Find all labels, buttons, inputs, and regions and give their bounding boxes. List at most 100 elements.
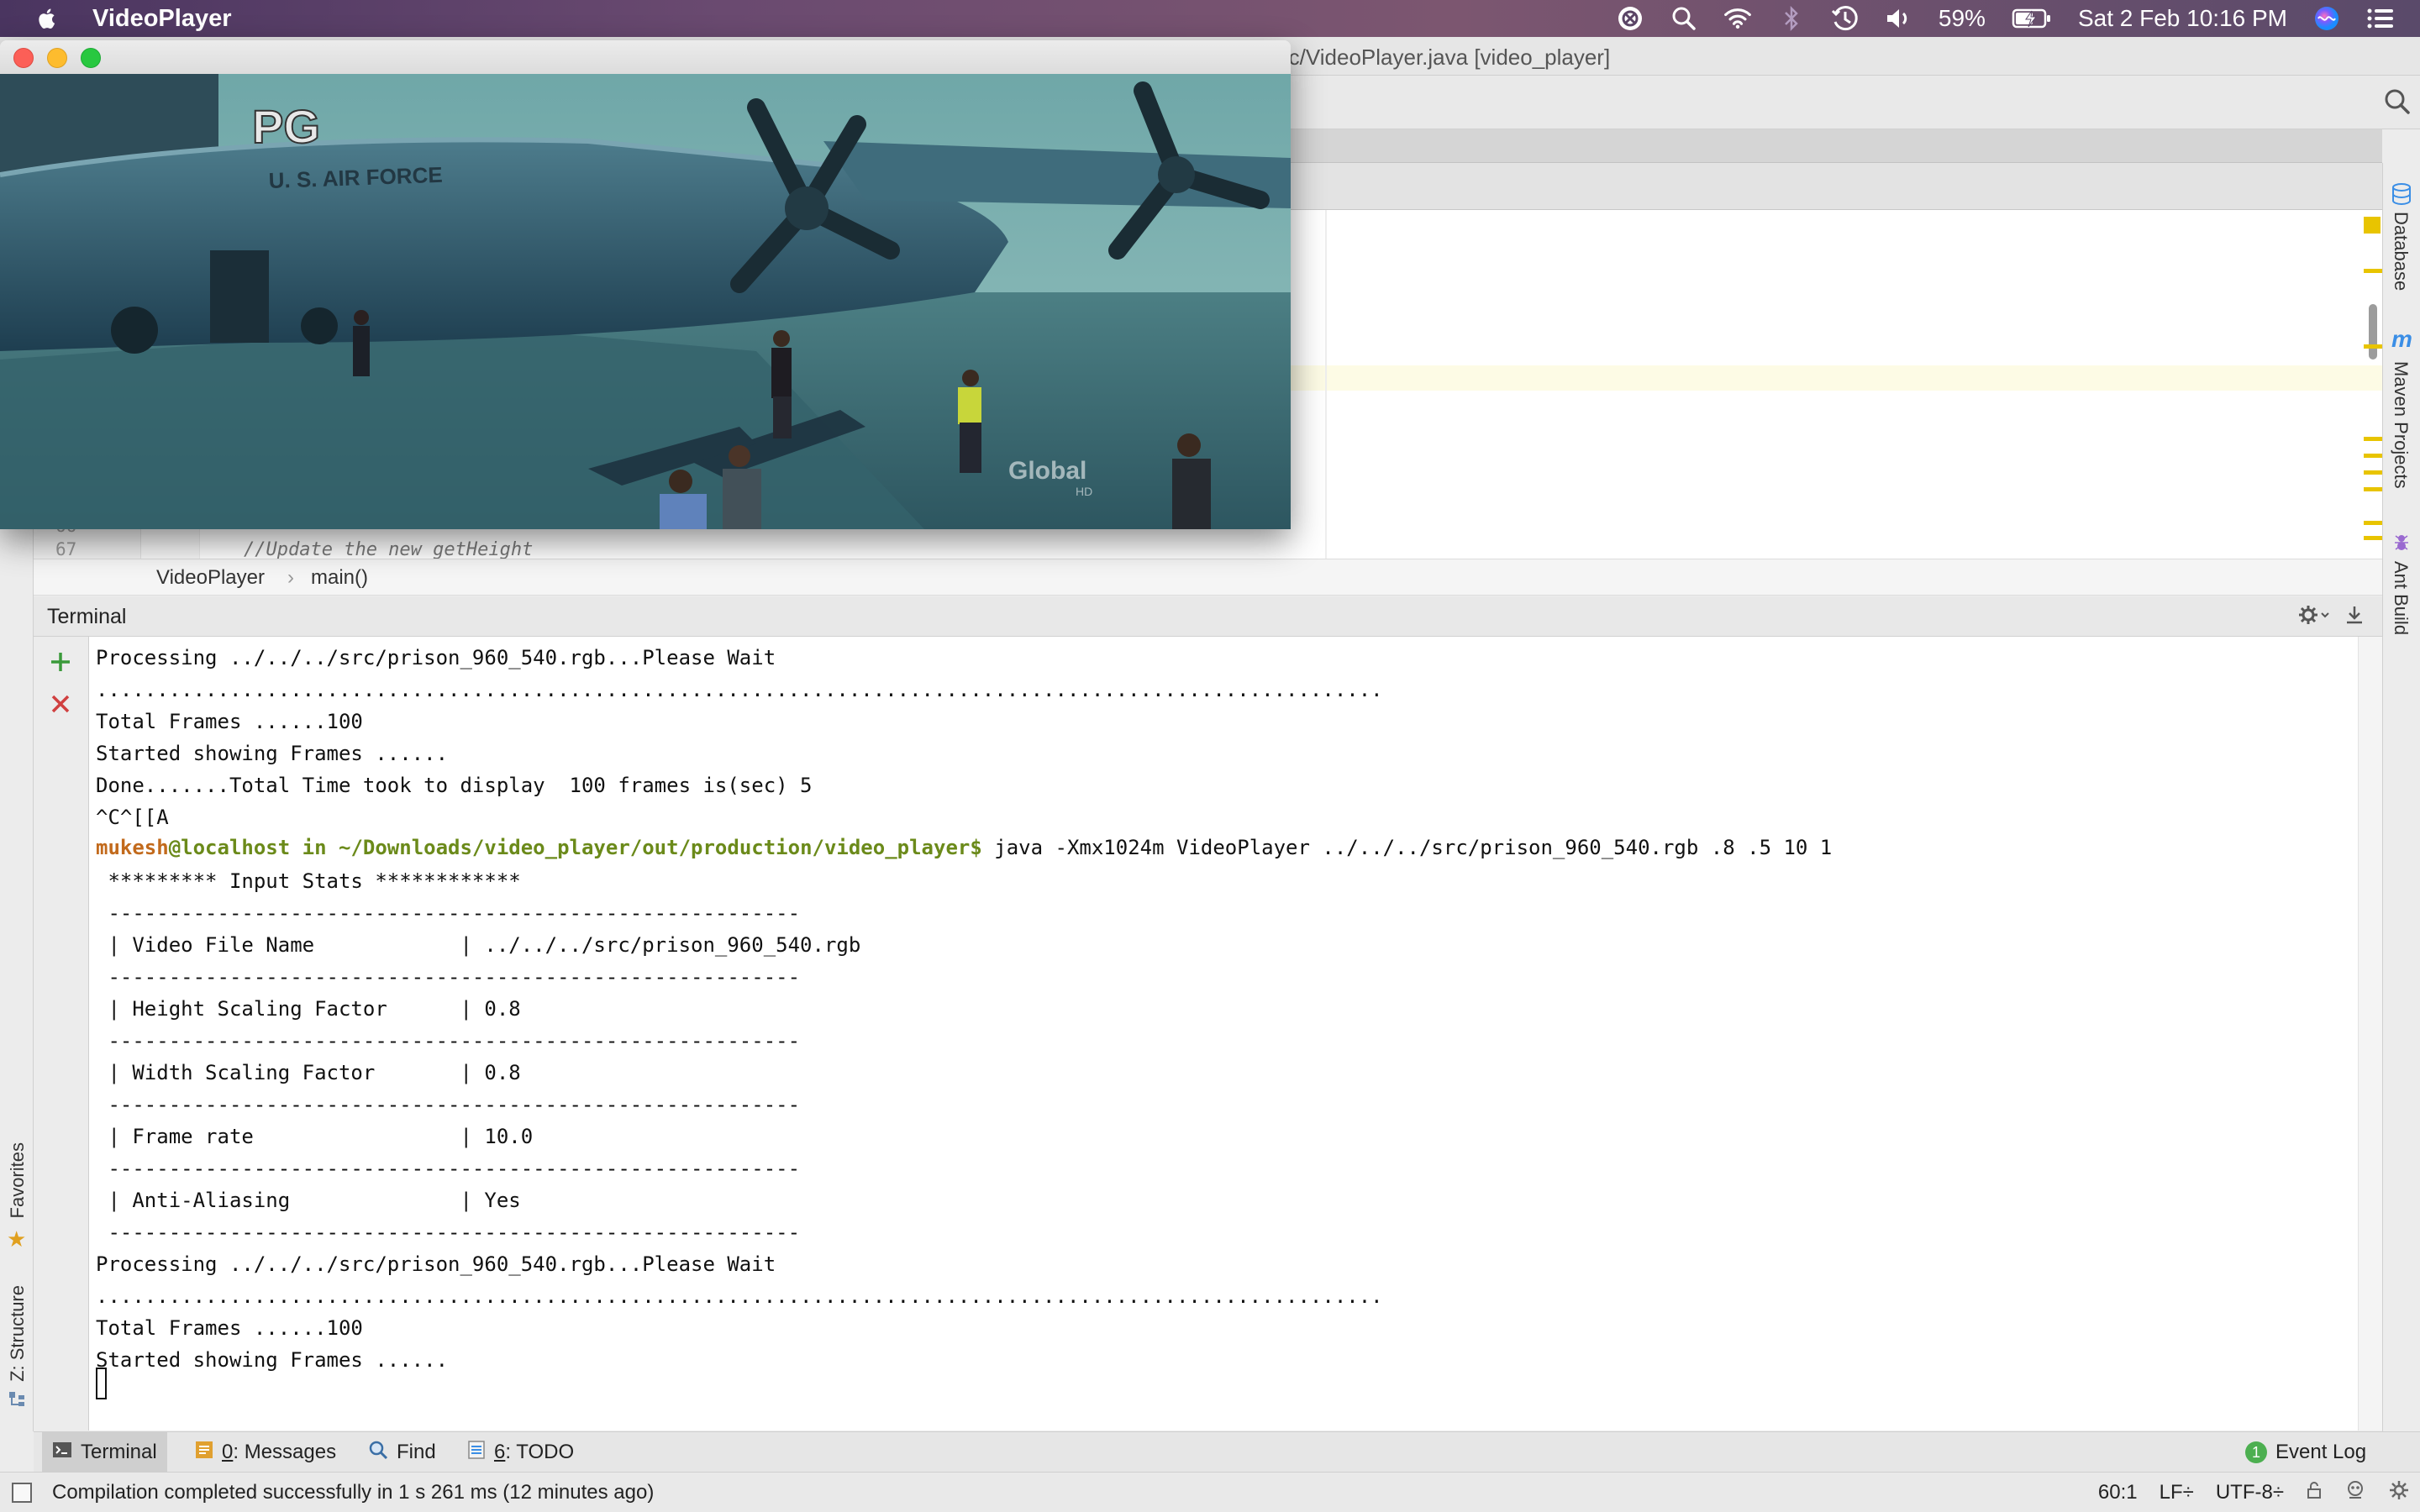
terminal-line: | Height Scaling Factor | 0.8	[96, 997, 521, 1021]
channel-logo-sub: HD	[1076, 485, 1092, 498]
battery-percent[interactable]: 59%	[1939, 5, 1986, 32]
terminal-line: Processing ../../../src/prison_960_540.r…	[96, 646, 776, 669]
error-stripe-marker[interactable]	[2364, 487, 2382, 491]
terminal-line: Total Frames ......100	[96, 1316, 363, 1340]
database-icon	[2391, 183, 2412, 209]
terminal-line: ----------------------------------------…	[96, 1221, 801, 1244]
editor-scrollbar-thumb[interactable]	[2369, 304, 2377, 360]
tab-todo[interactable]: 6: TODO	[457, 1432, 584, 1473]
terminal-line: ........................................…	[96, 1284, 1383, 1308]
terminal-line: ----------------------------------------…	[96, 901, 801, 925]
battery-charging-icon[interactable]	[2011, 4, 2053, 33]
terminal-cursor[interactable]	[96, 1368, 107, 1399]
settings-gear-icon[interactable]	[2388, 1479, 2410, 1507]
star-icon: ★	[7, 1226, 27, 1252]
tool-window-favorites[interactable]: Favorites	[7, 1142, 29, 1218]
active-app-name[interactable]: VideoPlayer	[92, 5, 232, 33]
new-session-icon[interactable]	[49, 650, 72, 678]
terminal-command: java -Xmx1024m VideoPlayer ../../../src/…	[981, 836, 1833, 859]
tab-todo-label: 6: TODO	[494, 1441, 575, 1463]
line-number: 67	[55, 539, 77, 559]
terminal-line: Started showing Frames ......	[96, 1348, 449, 1372]
error-stripe-marker[interactable]	[2364, 269, 2382, 273]
error-stripe-marker[interactable]	[2364, 437, 2382, 441]
tool-windows-toggle[interactable]	[12, 1483, 32, 1503]
terminal-title: Terminal	[47, 605, 127, 628]
inspector-icon[interactable]	[2344, 1479, 2366, 1507]
apple-icon[interactable]	[34, 5, 60, 32]
minimize-window-button[interactable]	[47, 48, 67, 68]
terminal-scrollbar[interactable]	[2358, 637, 2382, 1431]
notification-center-icon[interactable]	[2366, 4, 2395, 33]
tab-messages[interactable]: 0: Messages	[185, 1432, 346, 1473]
tool-window-database[interactable]: Database	[2390, 212, 2412, 291]
terminal-line: | Anti-Aliasing | Yes	[96, 1189, 521, 1212]
error-stripe-marker[interactable]	[2364, 454, 2382, 458]
error-stripe-marker[interactable]	[2364, 470, 2382, 475]
file-encoding[interactable]: UTF-8÷	[2216, 1481, 2284, 1504]
terminal-output[interactable]: Processing ../../../src/prison_960_540.r…	[89, 637, 2358, 1431]
breadcrumb-class[interactable]: VideoPlayer	[156, 566, 265, 590]
gear-icon[interactable]	[2296, 603, 2330, 631]
time-machine-icon[interactable]	[1831, 4, 1860, 33]
close-window-button[interactable]	[13, 48, 34, 68]
code-comment: //Update the new getHeight	[244, 539, 534, 559]
terminal-line: ----------------------------------------…	[96, 1029, 801, 1053]
terminal-line: Done.......Total Time took to display 10…	[96, 774, 813, 797]
terminal-actions	[34, 637, 89, 1431]
video-frame: PG U. S. AIR FORCE Global HD	[0, 74, 1291, 529]
right-margin-guide	[1325, 210, 1327, 559]
wifi-icon[interactable]	[1723, 4, 1752, 33]
rating-watermark: PG	[252, 100, 320, 153]
terminal-line: Started showing Frames ......	[96, 742, 449, 765]
ant-icon	[2391, 533, 2412, 557]
terminal-line: ----------------------------------------…	[96, 965, 801, 989]
prompt-user: mukesh	[96, 836, 169, 859]
tool-window-ant-build[interactable]: Ant Build	[2390, 561, 2412, 635]
terminal-line: | Video File Name | ../../../src/prison_…	[96, 933, 861, 957]
record-stop-icon[interactable]	[1616, 4, 1644, 33]
tab-find-label: Find	[397, 1441, 436, 1463]
terminal-prompt-line: mukesh@localhost in ~/Downloads/video_pl…	[96, 835, 1832, 860]
breadcrumb-method[interactable]: main()	[311, 566, 368, 590]
terminal-line: | Width Scaling Factor | 0.8	[96, 1061, 521, 1084]
breadcrumb-separator: ›	[287, 566, 294, 589]
lock-icon[interactable]	[2306, 1481, 2323, 1505]
terminal-icon	[52, 1441, 72, 1464]
channel-logo: Global	[1008, 457, 1086, 485]
prompt-host: @localhost in ~/Downloads/video_player/o…	[168, 836, 982, 859]
right-tool-strip: Database m Maven Projects Ant Build	[2382, 163, 2420, 1431]
caret-position[interactable]: 60:1	[2098, 1481, 2138, 1504]
status-bar: Compilation completed successfully in 1 …	[0, 1472, 2420, 1512]
line-separator[interactable]: LF÷	[2160, 1481, 2194, 1504]
error-stripe-marker[interactable]	[2364, 344, 2382, 349]
spotlight-search-icon[interactable]	[1670, 4, 1698, 33]
error-stripe-marker[interactable]	[2364, 536, 2382, 540]
video-player-window[interactable]: PG U. S. AIR FORCE Global HD	[0, 40, 1291, 529]
status-message[interactable]: Compilation completed successfully in 1 …	[52, 1481, 654, 1504]
search-everywhere-icon[interactable]	[2383, 87, 2412, 120]
tab-terminal[interactable]: Terminal	[42, 1432, 167, 1473]
menu-bar: VideoPlayer 59% Sat 2 Feb 10:16 PM	[0, 0, 2420, 37]
tab-terminal-label: Terminal	[81, 1441, 157, 1463]
siri-icon[interactable]	[2312, 4, 2341, 33]
volume-icon[interactable]	[1885, 4, 1913, 33]
terminal-cursor-line[interactable]	[96, 1368, 107, 1399]
tool-window-maven[interactable]: Maven Projects	[2390, 361, 2412, 489]
video-window-titlebar[interactable]	[0, 40, 1291, 74]
tab-find[interactable]: Find	[358, 1432, 446, 1473]
find-icon	[368, 1440, 388, 1466]
bluetooth-icon[interactable]	[1777, 4, 1806, 33]
maximize-window-button[interactable]	[81, 48, 101, 68]
terminal-line: ----------------------------------------…	[96, 1157, 801, 1180]
close-session-icon[interactable]	[49, 692, 72, 720]
error-stripe-warning[interactable]	[2364, 217, 2381, 234]
tool-window-structure[interactable]: Z: Structure	[7, 1285, 29, 1382]
clock[interactable]: Sat 2 Feb 10:16 PM	[2078, 5, 2287, 32]
structure-icon	[8, 1390, 26, 1413]
event-log-label: Event Log	[2275, 1441, 2367, 1463]
hide-panel-icon[interactable]	[2344, 604, 2365, 630]
error-stripe-marker[interactable]	[2364, 521, 2382, 525]
event-log-badge: 1	[2245, 1441, 2267, 1463]
event-log-button[interactable]: 1 Event Log	[2235, 1432, 2376, 1473]
